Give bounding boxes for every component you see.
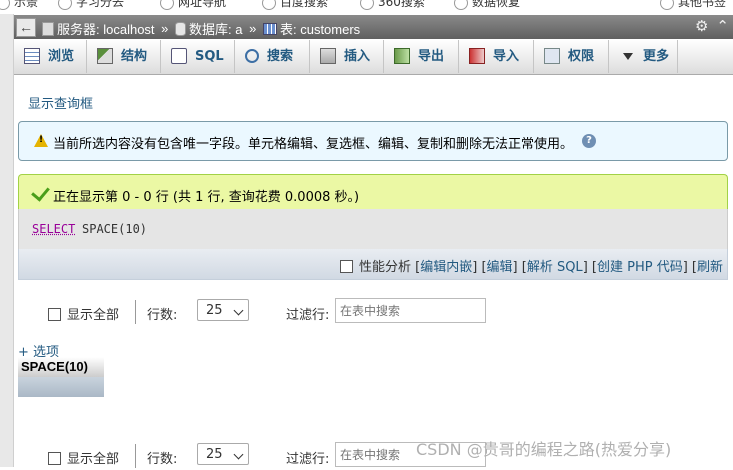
breadcrumb-server[interactable]: 服务器: localhost [42,20,155,37]
chevron-down-icon [233,449,244,460]
show-all-label: 显示全部 [67,452,120,467]
rows-label: 行数: [147,308,178,323]
insert-icon [320,47,336,64]
bookmark-item[interactable]: 360搜索 [360,0,425,10]
success-message: 正在显示第 0 - 0 行 (共 1 行, 查询花费 0.0008 秒。) [18,174,728,209]
top-menu: 浏览 结构 SQL 搜索 插入 导出 导入 权限 更多 [14,40,733,75]
create-php-code-link[interactable]: 创建 PHP 代码 [597,260,683,275]
server-icon [42,21,54,36]
bookmark-item[interactable]: 字习分去 [58,0,124,10]
tab-sql[interactable]: SQL [161,40,235,73]
show-all-toggle[interactable]: 显示全部 [48,448,119,467]
bookmark-item[interactable]: 网址导航 [160,0,226,10]
chevron-down-icon [233,305,244,316]
tab-insert[interactable]: 插入 [310,40,384,73]
success-text: 正在显示第 0 - 0 行 (共 1 行, 查询花费 0.0008 秒。) [53,190,360,205]
browser-bookmarks-bar: 示景 字习分去 网址导航 百度搜索 360搜索 数据恢复 其他书签 [0,0,733,14]
show-query-box-link[interactable]: 显示查询框 [28,93,93,112]
explain-sql-link[interactable]: 解析 SQL [527,260,583,275]
tab-export[interactable]: 导出 [384,40,459,73]
check-icon [31,182,50,202]
notice-message: 当前所选内容没有包含唯一字段。单元格编辑、复选框、编辑、复制和删除无法正常使用。… [18,121,728,161]
divider [135,300,136,324]
globe-icon [262,0,276,10]
rows-label: 行数: [147,452,178,467]
structure-icon [97,47,113,64]
globe-icon [360,0,374,10]
breadcrumb-separator: » [161,21,169,36]
folder-icon [660,0,674,10]
navigation-panel-edge[interactable] [0,14,14,467]
breadcrumb-table[interactable]: 表: customers [262,20,360,37]
table-row [18,377,104,397]
filter-rows-label: 过滤行: [286,452,330,467]
breadcrumb-database[interactable]: 数据库: a [175,20,243,37]
breadcrumb: ← 服务器: localhost » 数据库: a » 表: customers… [14,15,733,39]
edit-link[interactable]: 编辑 [487,260,513,275]
bookmark-item[interactable]: 百度搜索 [262,0,328,10]
help-icon[interactable]: ? [582,134,596,148]
globe-icon [160,0,174,10]
bookmark-item[interactable]: 数据恢复 [454,0,520,10]
column-header[interactable]: SPACE(10) [18,357,104,377]
table-icon [262,22,277,35]
tab-more[interactable]: 更多 [609,40,678,73]
sql-keyword[interactable]: SELECT [32,222,75,236]
sql-expression: SPACE(10) [82,222,148,236]
breadcrumb-separator: » [249,21,257,36]
filter-rows-label: 过滤行: [286,308,330,323]
collapse-icon[interactable]: ⌃ [716,18,729,35]
notice-text: 当前所选内容没有包含唯一字段。单元格编辑、复选框、编辑、复制和删除无法正常使用。 [53,137,574,152]
globe-icon [454,0,468,10]
rows-per-page-select[interactable]: 25 [197,443,249,465]
filter-rows-input[interactable] [335,298,486,323]
globe-icon [0,0,10,10]
rows-per-page-select[interactable]: 25 [197,299,249,321]
bookmark-item[interactable]: 示景 [0,0,38,10]
import-icon [469,47,485,64]
globe-icon [58,0,72,10]
sql-tools-bar: 性能分析 [编辑内嵌] [编辑] [解析 SQL] [创建 PHP 代码] [刷… [18,249,728,280]
divider [135,444,136,468]
search-icon [245,48,259,63]
sql-query-box: SELECT SPACE(10) [18,209,728,249]
profiling-checkbox[interactable] [339,260,353,273]
table-navigation-top: 显示全部 行数: 25 过滤行: [18,298,618,326]
show-all-label: 显示全部 [67,308,120,323]
show-all-checkbox[interactable] [48,308,61,321]
tab-structure[interactable]: 结构 [87,40,161,73]
back-arrow-icon[interactable]: ← [16,18,36,37]
tab-import[interactable]: 导入 [459,40,534,73]
show-all-checkbox[interactable] [48,452,61,465]
tab-privileges[interactable]: 权限 [534,40,609,73]
export-icon [394,47,410,64]
result-table: SPACE(10) [18,357,104,397]
show-all-toggle[interactable]: 显示全部 [48,304,119,323]
profiling-label: 性能分析 [358,260,411,275]
bookmark-item[interactable]: 其他书签 [660,0,726,10]
tab-browse[interactable]: 浏览 [14,40,87,73]
warning-icon [34,134,48,147]
refresh-link[interactable]: 刷新 [697,260,723,275]
gear-icon[interactable]: ⚙ [695,18,708,35]
tab-search[interactable]: 搜索 [235,40,310,73]
inline-edit-link[interactable]: 编辑内嵌 [420,260,472,275]
watermark: CSDN @贵哥的编程之路(热爱分享) [416,440,672,459]
sql-icon [171,47,187,64]
database-icon [175,21,187,36]
privileges-icon [544,47,560,64]
browse-icon [24,47,40,64]
chevron-down-icon [623,53,633,60]
